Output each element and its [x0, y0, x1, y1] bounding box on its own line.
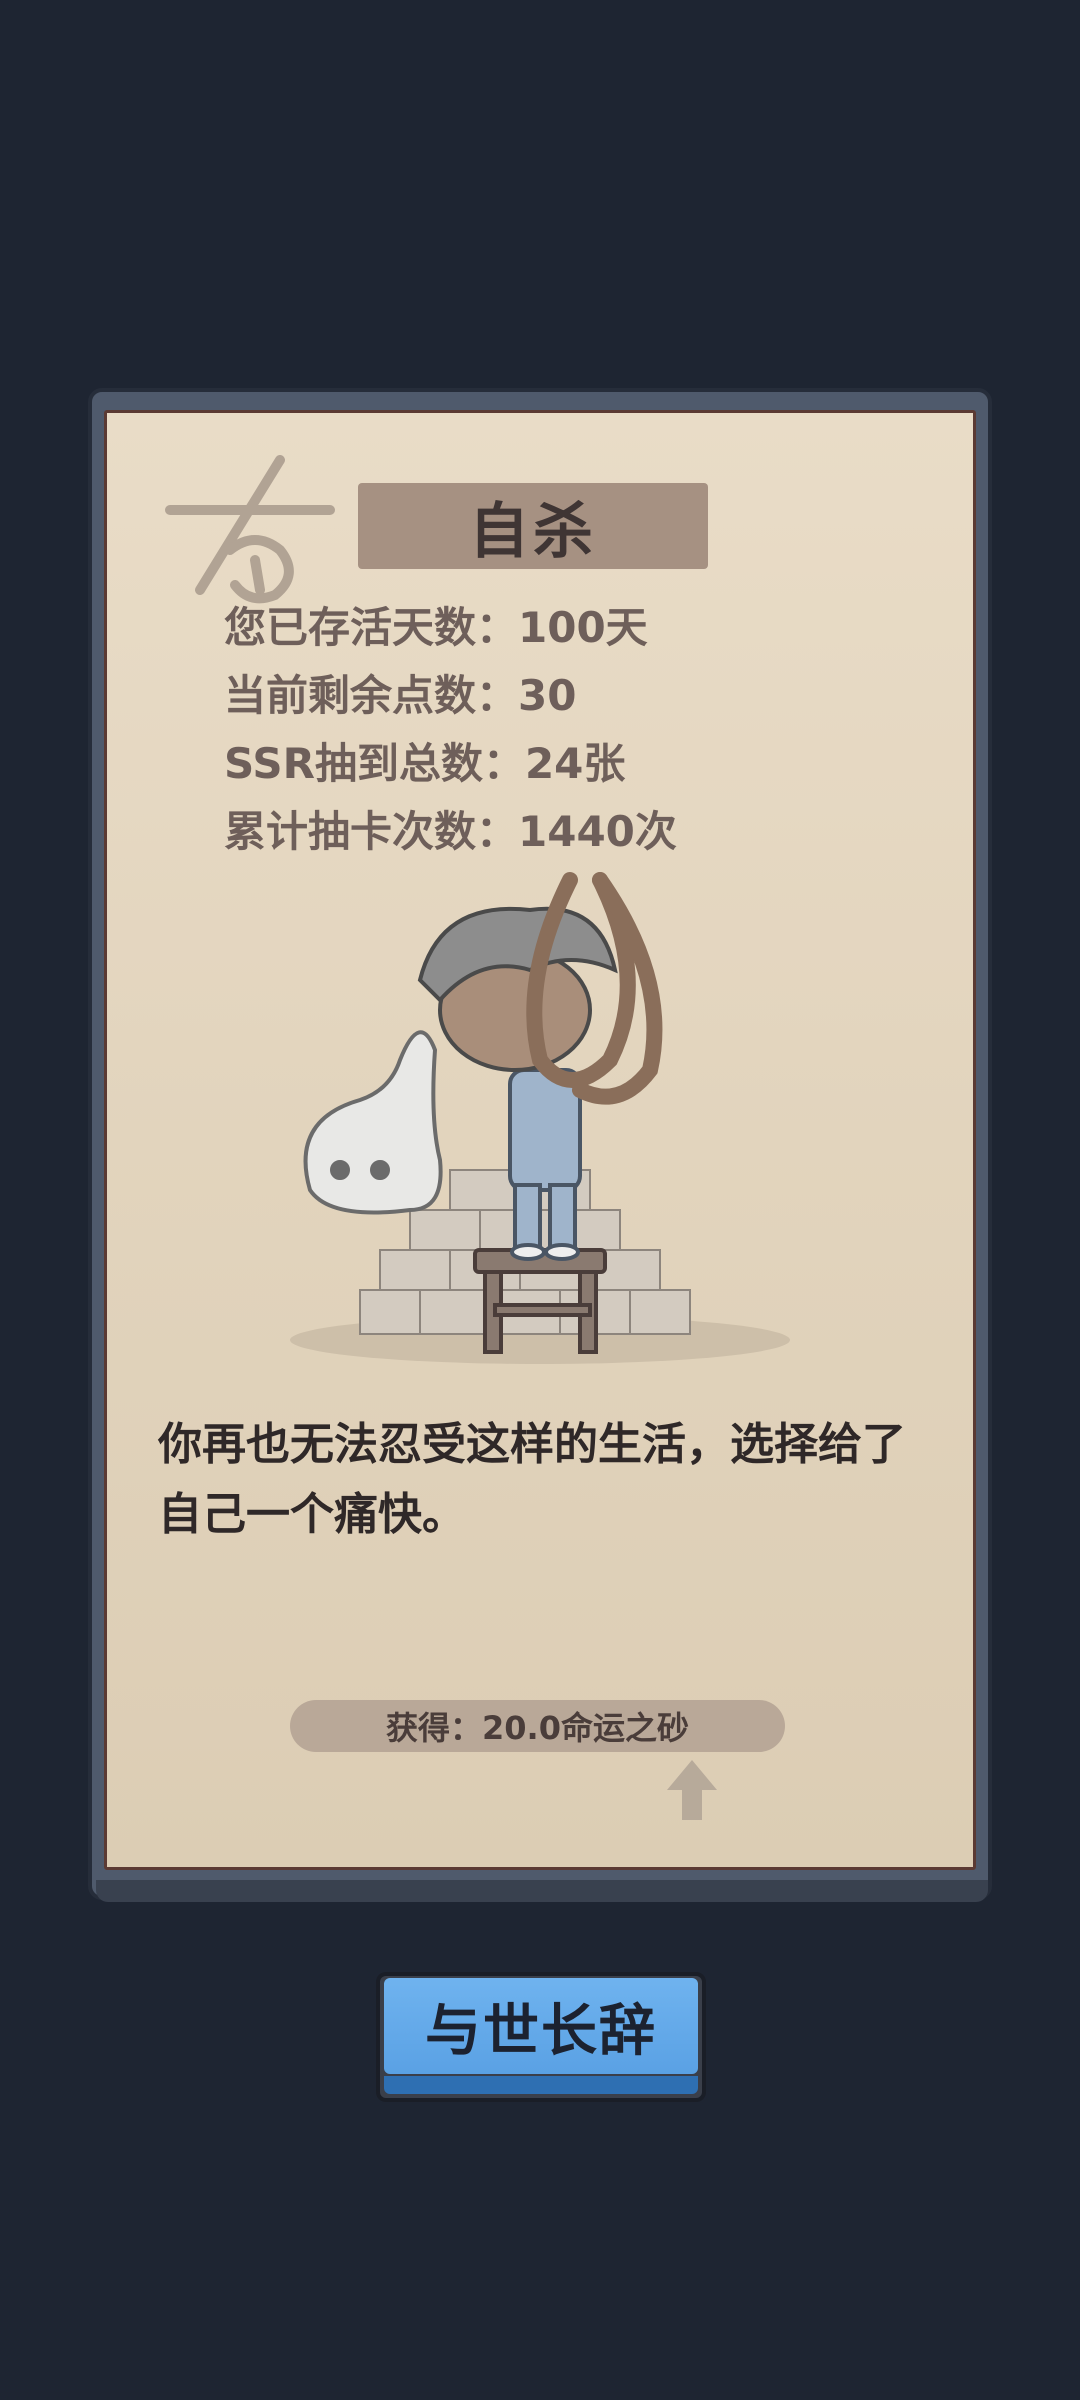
- arrow-up-icon: [667, 1760, 717, 1820]
- card-frame-base: [96, 1880, 988, 1902]
- reward-text: 获得：20.0命运之砂: [386, 1709, 689, 1747]
- stats-list: 您已存活天数：100天 当前剩余点数：30 SSR抽到总数：24张 累计抽卡次数…: [224, 594, 677, 866]
- reward-pill: 获得：20.0命运之砂: [290, 1700, 785, 1752]
- pass-away-button-face[interactable]: 与世长辞: [384, 1978, 698, 2074]
- event-description: 你再也无法忍受这样的生活，选择给了自己一个痛快。: [158, 1419, 906, 1540]
- pass-away-button-label: 与世长辞: [425, 1998, 657, 2064]
- stat-ssr-total: SSR抽到总数：24张: [224, 739, 626, 788]
- stat-remaining-points: 当前剩余点数：30: [224, 671, 577, 720]
- title-banner: 自杀: [358, 483, 708, 569]
- event-illustration: [290, 872, 790, 1364]
- card-title: 自杀: [469, 496, 597, 567]
- stat-days-survived: 您已存活天数：100天: [224, 603, 648, 652]
- pass-away-button-base: [384, 2076, 698, 2094]
- game-screen: 自杀 您已存活天数：100天 当前剩余点数：30 SSR抽到总数：24张 累计抽…: [0, 0, 1080, 2400]
- stamp-doodle-icon: [165, 455, 335, 604]
- stat-draw-count: 累计抽卡次数：1440次: [224, 807, 677, 856]
- pass-away-button[interactable]: 与世长辞: [376, 1972, 706, 2102]
